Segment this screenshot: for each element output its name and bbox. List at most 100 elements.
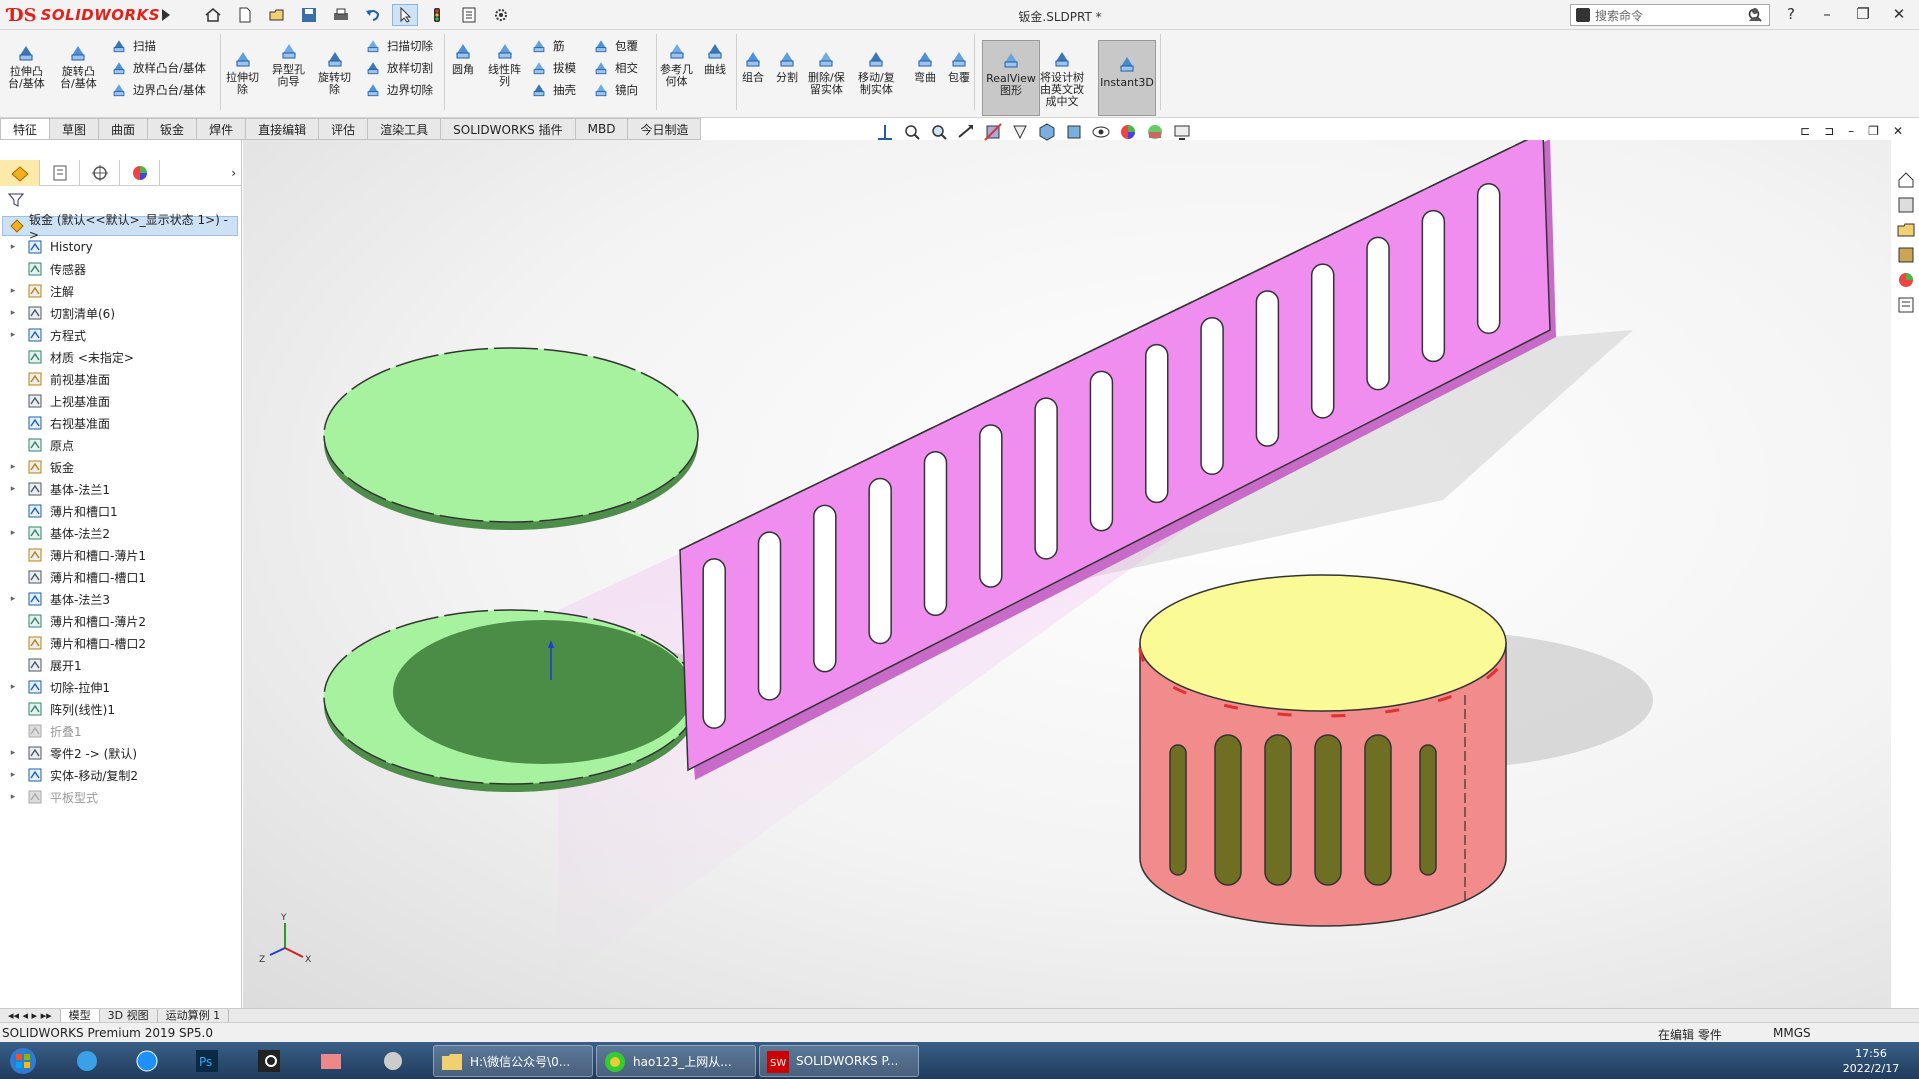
expand-arrow-icon[interactable]: ▸: [8, 682, 18, 692]
top-plate[interactable]: [323, 347, 699, 530]
start-button-icon[interactable]: [6, 1046, 40, 1076]
display-style-icon[interactable]: [1064, 122, 1084, 142]
undo-icon[interactable]: [360, 4, 386, 26]
unit-system[interactable]: MMGS: [1773, 1026, 1811, 1040]
tab-1[interactable]: 草图: [50, 118, 100, 140]
solidworks-logo[interactable]: ƊS SOLIDWORKS: [8, 4, 160, 26]
edit-appearance-icon[interactable]: [1118, 122, 1138, 142]
tree-item[interactable]: ▸ 平板型式: [0, 786, 242, 808]
tab-9[interactable]: MBD: [575, 118, 629, 140]
tree-item[interactable]: ▸ 实体-移动/复制2: [0, 764, 242, 786]
tree-root-part[interactable]: 钣金 (默认<<默认>_显示状态 1>) ->: [2, 213, 238, 242]
custom-properties-icon[interactable]: [1896, 295, 1916, 315]
tree-item[interactable]: 薄片和槽口-槽口1: [0, 566, 242, 588]
expand-arrow-icon[interactable]: ▸: [8, 528, 18, 538]
restore-icon[interactable]: ❐: [1853, 4, 1873, 24]
tree-item[interactable]: ▸ 基体-法兰2: [0, 522, 242, 544]
tree-item[interactable]: 传感器: [0, 258, 242, 280]
extrude-cut-button[interactable]: 拉伸切除: [226, 48, 259, 96]
tree-item[interactable]: 薄片和槽口-槽口2: [0, 632, 242, 654]
tree-item[interactable]: ▸ 基体-法兰1: [0, 478, 242, 500]
rib-button[interactable]: 筋: [530, 36, 565, 56]
expand-arrow-icon[interactable]: ▸: [8, 594, 18, 604]
realview-button[interactable]: RealView 图形: [982, 40, 1040, 116]
viewport-minimize-icon[interactable]: –: [1848, 124, 1854, 138]
design-library-icon[interactable]: [1896, 195, 1916, 215]
taskbar-window-solidworks[interactable]: SW SOLIDWORKS P...: [759, 1045, 919, 1077]
appearances-scenes-icon[interactable]: [1896, 270, 1916, 290]
ref-geometry-button[interactable]: 参考几 何体: [660, 40, 693, 88]
move-copy-button[interactable]: 移动/复 制实体: [858, 48, 895, 96]
tree-item[interactable]: 前视基准面: [0, 368, 242, 390]
expand-arrow-icon[interactable]: ▸: [8, 748, 18, 758]
combine-button[interactable]: 组合: [742, 48, 764, 84]
open-file-icon[interactable]: [264, 4, 290, 26]
file-properties-icon[interactable]: [456, 4, 482, 26]
tab-5[interactable]: 直接编辑: [246, 118, 320, 140]
zoom-area-icon[interactable]: [929, 122, 949, 142]
expand-arrow-icon[interactable]: ▸: [8, 792, 18, 802]
search-commands-input[interactable]: 搜索命令: [1570, 4, 1770, 26]
tile-left-icon[interactable]: ⊏: [1800, 124, 1810, 138]
tree-item[interactable]: 薄片和槽口-薄片2: [0, 610, 242, 632]
configuration-manager-tab-icon[interactable]: [80, 160, 120, 186]
view-settings-icon[interactable]: [1172, 122, 1192, 142]
tree-item[interactable]: 右视基准面: [0, 412, 242, 434]
tree-item[interactable]: 展开1: [0, 654, 242, 676]
tile-right-icon[interactable]: ⊐: [1824, 124, 1834, 138]
tree-item[interactable]: ▸ 基体-法兰3: [0, 588, 242, 610]
wrap-button[interactable]: 包覆: [948, 48, 970, 84]
tree-item[interactable]: 薄片和槽口-薄片1: [0, 544, 242, 566]
file-explorer-icon[interactable]: [1896, 220, 1916, 240]
intersect-button[interactable]: 相交: [592, 58, 638, 78]
section-view-icon[interactable]: [983, 122, 1003, 142]
tab-3d-view[interactable]: 3D 视图: [100, 1008, 158, 1023]
split-button[interactable]: 分割: [776, 48, 798, 84]
home-icon[interactable]: [200, 4, 226, 26]
close-icon[interactable]: ✕: [1889, 4, 1909, 24]
media-app-icon[interactable]: [252, 1046, 286, 1076]
tab-4[interactable]: 焊件: [197, 118, 247, 140]
tree-item[interactable]: ▸ 切除-拉伸1: [0, 676, 242, 698]
view-orient-icon[interactable]: [875, 122, 895, 142]
new-document-icon[interactable]: [232, 4, 258, 26]
tree-item[interactable]: ▸ 方程式: [0, 324, 242, 346]
view-palette-icon[interactable]: [1896, 245, 1916, 265]
taskbar-window-browser[interactable]: hao123_上网从...: [596, 1045, 756, 1077]
save-icon[interactable]: [296, 4, 322, 26]
select-pointer-icon[interactable]: [392, 4, 418, 26]
tree-item[interactable]: ▸ 注解: [0, 280, 242, 302]
previous-view-icon[interactable]: [956, 122, 976, 142]
expand-arrow-icon[interactable]: ▸: [8, 770, 18, 780]
expand-arrow-icon[interactable]: ▸: [8, 330, 18, 340]
traffic-light-icon[interactable]: [424, 4, 450, 26]
revolve-boss-button[interactable]: 旋转凸 台/基体: [60, 42, 97, 90]
dynamic-annotation-icon[interactable]: [1010, 122, 1030, 142]
delete-keep-button[interactable]: 删除/保 留实体: [808, 48, 845, 96]
expand-arrow-icon[interactable]: ▸: [8, 242, 18, 252]
help-icon[interactable]: ?: [1781, 4, 1801, 24]
apply-scene-icon[interactable]: [1145, 122, 1165, 142]
photoshop-icon[interactable]: Ps: [190, 1046, 224, 1076]
expand-panel-chevron-icon[interactable]: ›: [160, 160, 242, 186]
bottom-plate[interactable]: [323, 609, 699, 792]
tree-item[interactable]: ▸ 钣金: [0, 456, 242, 478]
tab-model[interactable]: 模型: [60, 1008, 100, 1023]
tree-item[interactable]: 薄片和槽口1: [0, 500, 242, 522]
translate-tree-button[interactable]: 将设计树 由英文改 成中文: [1040, 48, 1084, 108]
tree-item[interactable]: 上视基准面: [0, 390, 242, 412]
mirror-button[interactable]: 镜向: [592, 80, 638, 100]
browser-icon[interactable]: [130, 1046, 164, 1076]
revolve-cut-button[interactable]: 旋转切除: [318, 48, 351, 96]
expand-arrow-icon[interactable]: ▸: [8, 462, 18, 472]
tab-motion-study[interactable]: 运动算例 1: [158, 1008, 230, 1023]
filter-icon[interactable]: [7, 192, 25, 208]
pinned-app-icon[interactable]: [70, 1046, 104, 1076]
curves-button[interactable]: 曲线: [704, 40, 726, 76]
instant3d-button[interactable]: Instant3D: [1098, 40, 1156, 116]
hide-show-items-icon[interactable]: [1091, 122, 1111, 142]
file-manager-icon[interactable]: [314, 1046, 348, 1076]
linear-pattern-button[interactable]: 线性阵列: [488, 40, 521, 88]
taskbar-window-explorer[interactable]: H:\微信公众号\0...: [433, 1045, 593, 1077]
hole-wizard-button[interactable]: 异型孔 向导: [272, 40, 305, 88]
